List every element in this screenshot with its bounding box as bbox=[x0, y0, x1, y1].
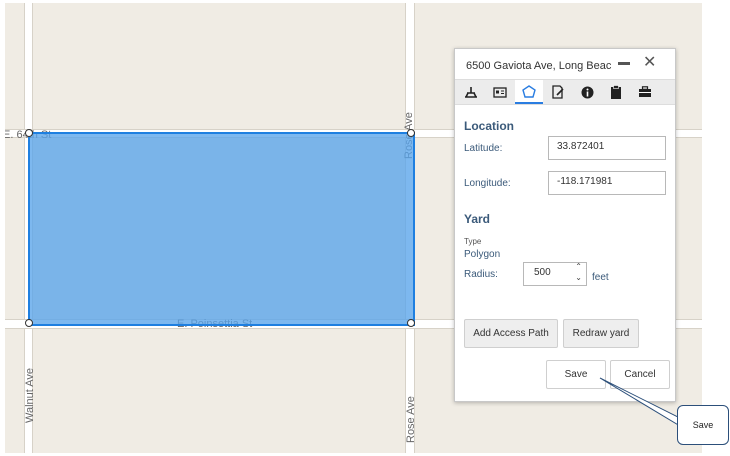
id-card-icon bbox=[493, 86, 507, 98]
radius-unit: feet bbox=[592, 272, 609, 283]
polygon-vertex-handle[interactable] bbox=[25, 319, 33, 327]
latitude-label: Latitude: bbox=[464, 143, 503, 154]
cancel-button[interactable]: Cancel bbox=[610, 360, 670, 389]
stepper-down-icon[interactable]: ⌄ bbox=[575, 273, 582, 283]
redraw-yard-button[interactable]: Redraw yard bbox=[563, 319, 639, 348]
tab-id-card[interactable] bbox=[486, 80, 514, 104]
radius-stepper[interactable]: 500 ⌃ ⌄ bbox=[523, 262, 587, 286]
stepper-up-icon[interactable]: ⌃ bbox=[575, 262, 582, 272]
radius-value: 500 bbox=[534, 267, 551, 278]
tab-clipboard[interactable] bbox=[602, 80, 630, 104]
street-label-walnut: Walnut Ave bbox=[24, 367, 36, 423]
clipboard-icon bbox=[611, 85, 621, 99]
panel-title: 6500 Gaviota Ave, Long Beach... bbox=[466, 60, 612, 72]
street-label-rose-bottom: Rose Ave bbox=[405, 396, 417, 443]
save-callout: Save bbox=[677, 405, 729, 445]
panel-tabbar bbox=[455, 79, 675, 105]
tab-edit-document[interactable] bbox=[544, 80, 572, 104]
tab-briefcase[interactable] bbox=[631, 80, 659, 104]
polygon-icon bbox=[522, 84, 536, 98]
tab-polygon[interactable] bbox=[515, 80, 543, 104]
polygon-vertex-handle[interactable] bbox=[407, 319, 415, 327]
minimize-icon[interactable] bbox=[618, 62, 630, 65]
briefcase-icon bbox=[639, 86, 651, 97]
edit-document-icon bbox=[552, 85, 564, 99]
yard-heading: Yard bbox=[464, 212, 491, 226]
yard-polygon[interactable] bbox=[28, 132, 415, 326]
type-label: Type bbox=[464, 237, 482, 246]
longitude-field[interactable]: -118.171981 bbox=[548, 171, 666, 195]
close-icon[interactable]: ✕ bbox=[643, 55, 656, 71]
radius-label: Radius: bbox=[464, 269, 498, 280]
location-heading: Location bbox=[464, 119, 514, 133]
type-value: Polygon bbox=[464, 249, 501, 260]
info-icon bbox=[581, 86, 593, 98]
save-button[interactable]: Save bbox=[546, 360, 606, 389]
location-panel: 6500 Gaviota Ave, Long Beach... ✕ Locati… bbox=[454, 48, 676, 402]
polygon-vertex-handle[interactable] bbox=[407, 129, 415, 137]
tab-info[interactable] bbox=[573, 80, 601, 104]
polygon-vertex-handle[interactable] bbox=[25, 129, 33, 137]
longitude-label: Longitude: bbox=[464, 178, 511, 189]
add-access-path-button[interactable]: Add Access Path bbox=[464, 319, 558, 348]
latitude-field[interactable]: 33.872401 bbox=[548, 136, 666, 160]
site-icon bbox=[465, 87, 477, 98]
tab-site[interactable] bbox=[457, 80, 485, 104]
